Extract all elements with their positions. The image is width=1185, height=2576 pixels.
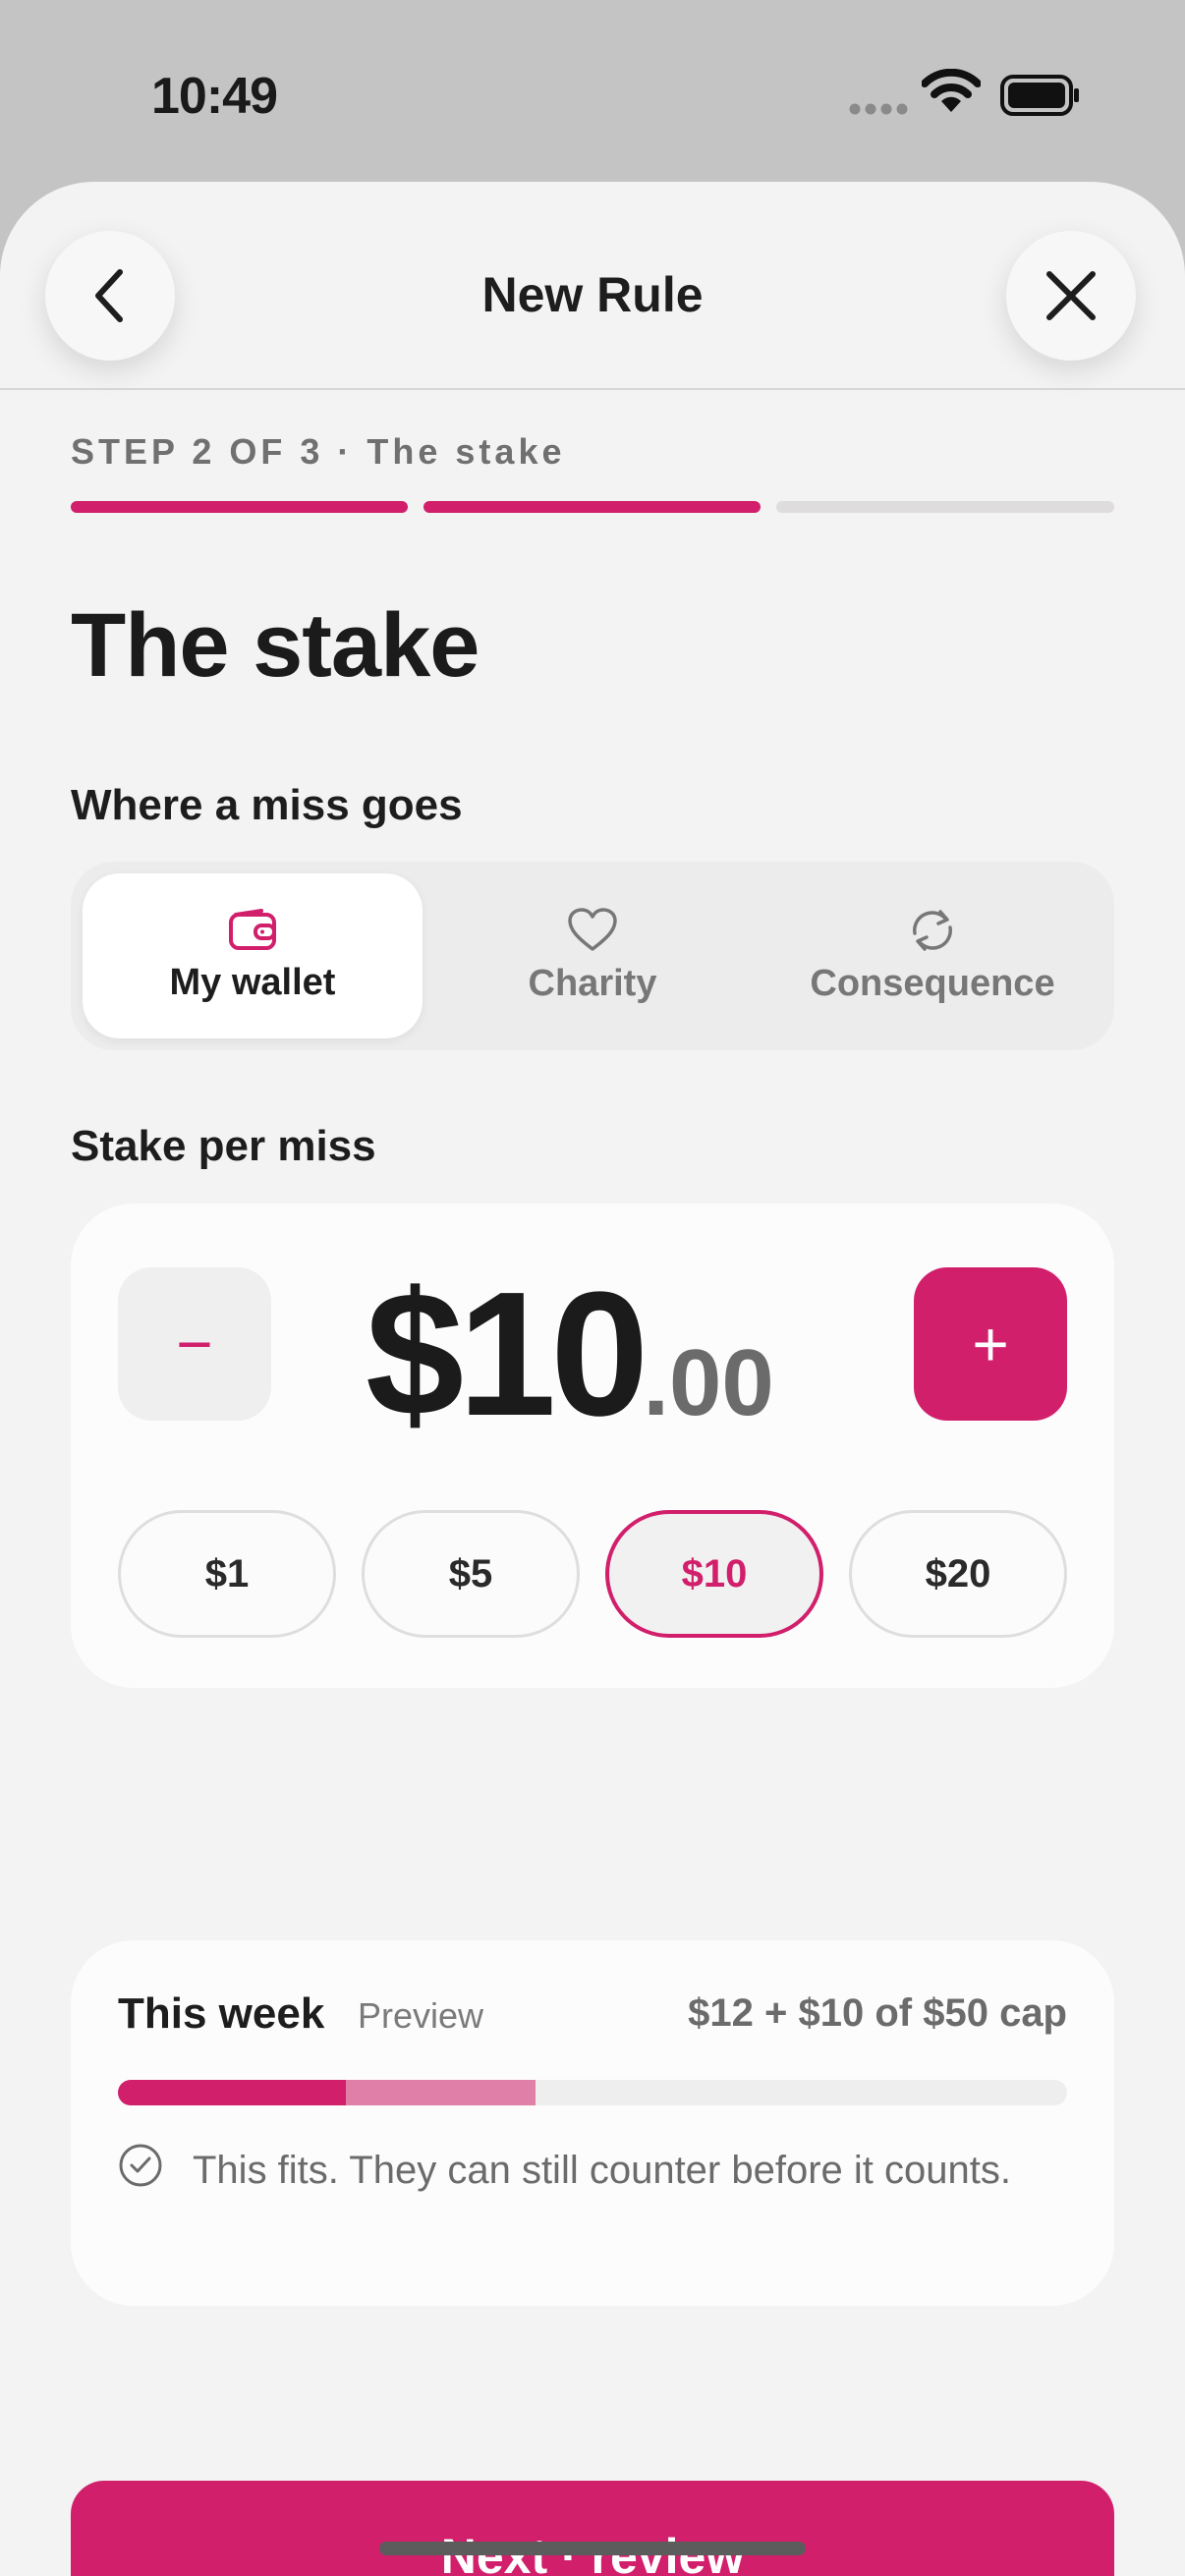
page-title: The stake	[71, 595, 480, 696]
week-added-fill	[345, 2080, 536, 2105]
preset-chip-10[interactable]: $10	[605, 1510, 823, 1638]
nav-bar: New Rule	[0, 182, 1185, 390]
destination-option-consequence[interactable]: Consequence	[762, 873, 1102, 1038]
step-label: STEP 2 OF 3 · The stake	[71, 431, 566, 472]
stake-amount: $10.00	[366, 1253, 798, 1453]
destination-label: Where a miss goes	[71, 781, 463, 829]
cellular-signal-icon	[849, 103, 908, 115]
wallet-icon	[229, 908, 276, 950]
home-indicator	[379, 2542, 806, 2555]
progress-segment-2	[423, 501, 761, 513]
progress-segment-3	[776, 501, 1114, 513]
stake-label: Stake per miss	[71, 1122, 376, 1170]
heart-icon	[568, 907, 617, 951]
check-circle-icon	[119, 2144, 162, 2187]
preset-chip-1[interactable]: $1	[118, 1510, 336, 1638]
decrement-button[interactable]: −	[118, 1267, 271, 1421]
close-button[interactable]	[1006, 231, 1136, 361]
battery-icon	[1000, 75, 1079, 116]
progress-segment-1	[71, 501, 408, 513]
week-current-fill	[118, 2080, 346, 2105]
stake-amount-main: $10	[366, 1256, 649, 1453]
stake-card: − $10.00 + $1 $5 $10 $20	[71, 1204, 1114, 1688]
next-review-button[interactable]: Next · review	[71, 2481, 1114, 2576]
destination-option-wallet[interactable]: My wallet	[83, 873, 423, 1038]
preset-chip-20[interactable]: $20	[849, 1510, 1067, 1638]
close-icon	[1046, 271, 1096, 320]
destination-option-label: Charity	[528, 962, 657, 1004]
preview-badge: Preview	[358, 1995, 484, 2036]
new-rule-sheet: New Rule STEP 2 OF 3 · The stake The sta…	[0, 182, 1185, 2576]
destination-option-label: My wallet	[169, 961, 336, 1003]
preset-chip-5[interactable]: $5	[362, 1510, 580, 1638]
destination-option-charity[interactable]: Charity	[423, 873, 762, 1038]
increment-button[interactable]: +	[914, 1267, 1067, 1421]
repeat-icon	[913, 909, 952, 951]
week-note: This fits. They can still counter before…	[193, 2149, 1011, 2192]
week-title: This week	[118, 1989, 325, 2038]
week-summary: $12 + $10 of $50 cap	[688, 1991, 1067, 2035]
destination-option-label: Consequence	[810, 962, 1055, 1004]
status-bar: 10:49	[0, 0, 1185, 187]
destination-selector: My wallet Charity Consequence	[71, 862, 1114, 1050]
screen: 10:49 New Rule STEP 2 OF 3 · The stake T…	[0, 0, 1185, 2576]
status-time: 10:49	[151, 68, 278, 125]
wifi-icon	[922, 69, 981, 112]
week-cap-bar	[118, 2080, 1067, 2105]
week-preview-card: This week Preview $12 + $10 of $50 cap T…	[71, 1940, 1114, 2306]
stake-amount-cents: .00	[643, 1330, 774, 1435]
